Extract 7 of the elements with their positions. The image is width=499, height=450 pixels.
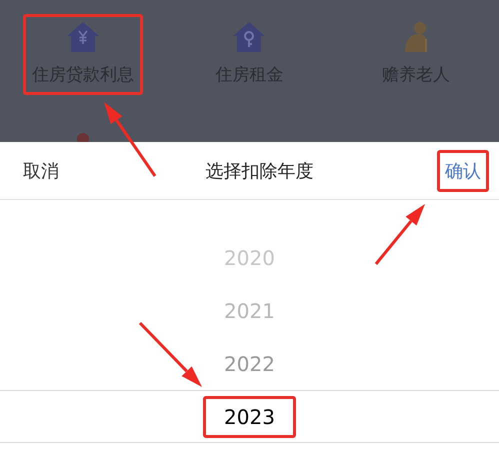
year-option[interactable]: 2023 — [203, 396, 296, 438]
year-option[interactable]: 2020 — [203, 236, 296, 278]
sheet-title: 选择扣除年度 — [204, 160, 314, 182]
year-option[interactable]: 2021 — [203, 290, 296, 332]
cancel-button[interactable]: 取消 — [20, 150, 67, 192]
confirm-button[interactable]: 确认 — [437, 150, 489, 192]
year-option[interactable]: 2022 — [203, 342, 296, 384]
